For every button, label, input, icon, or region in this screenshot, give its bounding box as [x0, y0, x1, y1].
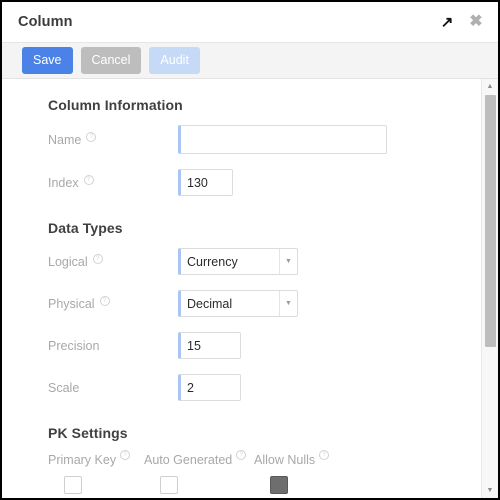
panel-header: Column ↗ ✖ [2, 2, 498, 42]
pk-field-auto-generated: Auto Generated ? [144, 450, 254, 494]
label-primary-key: Primary Key ? [48, 450, 144, 467]
close-glyph: ✖ [469, 13, 483, 30]
help-icon-index[interactable]: ? [83, 174, 94, 185]
logical-type-select[interactable]: Currency ▼ [178, 248, 298, 275]
save-button[interactable]: Save [22, 46, 73, 75]
label-logical-text: Logical [48, 254, 88, 269]
scale-input[interactable] [178, 374, 241, 401]
vertical-scrollbar[interactable]: ▲ ▼ [481, 79, 498, 498]
pk-field-allow-nulls: Allow Nulls ? [254, 450, 364, 494]
cancel-button[interactable]: Cancel [80, 46, 142, 75]
logical-type-value: Currency [187, 254, 238, 269]
help-icon-physical[interactable]: ? [99, 295, 110, 306]
expand-arrow-icon[interactable]: ↗ [439, 14, 455, 30]
scroll-up-button[interactable]: ▲ [482, 79, 498, 94]
help-icon-allow-nulls[interactable]: ? [319, 450, 330, 460]
label-scale-text: Scale [48, 380, 80, 395]
field-row-physical: Physical ? Decimal ▼ [48, 290, 481, 317]
help-icon-name[interactable]: ? [86, 131, 97, 142]
label-auto-generated: Auto Generated ? [144, 450, 254, 467]
label-physical: Physical ? [48, 295, 178, 311]
section-pk-settings: PK Settings Primary Key ? Auto Generated… [2, 425, 481, 494]
label-auto-generated-text: Auto Generated [144, 453, 233, 467]
label-primary-key-text: Primary Key [48, 453, 117, 467]
panel-body: Column Information Name ? Index ? 130 Da… [2, 79, 498, 498]
field-row-scale: Scale [48, 374, 481, 401]
help-icon-primary-key[interactable]: ? [120, 450, 131, 460]
pk-field-primary-key: Primary Key ? [48, 450, 144, 494]
label-precision: Precision [48, 339, 178, 353]
physical-type-value: Decimal [187, 296, 233, 311]
scroll-down-button[interactable]: ▼ [482, 483, 498, 498]
precision-input[interactable] [178, 332, 241, 359]
index-input[interactable] [178, 169, 233, 196]
audit-button[interactable]: Audit [149, 46, 200, 75]
section-title-column-information: Column Information [48, 97, 183, 113]
field-row-index: Index ? [48, 169, 481, 196]
scrollbar-thumb[interactable] [485, 95, 496, 347]
section-data-types: Data Types Logical ? Currency ▼ Physical… [2, 220, 481, 401]
name-input[interactable] [178, 125, 387, 154]
section-title-data-types: Data Types [48, 220, 123, 236]
label-allow-nulls-text: Allow Nulls [254, 453, 316, 467]
header-actions: ↗ ✖ [439, 14, 484, 30]
close-icon[interactable]: ✖ [468, 14, 484, 30]
page-title: Column [18, 14, 73, 30]
form-scroll-region: Column Information Name ? Index ? 130 Da… [2, 79, 481, 498]
label-index: Index ? [48, 174, 178, 190]
field-row-precision: Precision [48, 332, 481, 359]
pk-settings-row: Primary Key ? Auto Generated ? Allow Nul… [48, 450, 481, 494]
label-index-text: Index [48, 175, 79, 190]
auto-generated-checkbox[interactable] [160, 476, 178, 494]
action-toolbar: Save Cancel Audit [2, 42, 498, 79]
field-row-logical: Logical ? Currency ▼ [48, 248, 481, 275]
chevron-down-icon: ▼ [279, 291, 297, 316]
help-icon-auto-generated[interactable]: ? [236, 450, 247, 460]
allow-nulls-checkbox[interactable] [270, 476, 288, 494]
field-row-name: Name ? [48, 125, 481, 154]
expand-arrow-glyph: ↗ [440, 13, 454, 31]
label-scale: Scale [48, 381, 178, 395]
label-name: Name ? [48, 131, 178, 147]
physical-type-select[interactable]: Decimal ▼ [178, 290, 298, 317]
chevron-down-icon: ▼ [279, 249, 297, 274]
label-name-text: Name [48, 132, 82, 147]
section-title-pk-settings: PK Settings [48, 425, 128, 441]
label-precision-text: Precision [48, 338, 100, 353]
section-column-information: Column Information Name ? Index ? [2, 97, 481, 196]
label-physical-text: Physical [48, 296, 95, 311]
label-logical: Logical ? [48, 253, 178, 269]
primary-key-checkbox[interactable] [64, 476, 82, 494]
column-editor-window: Column ↗ ✖ Save Cancel Audit Column Info… [0, 0, 500, 500]
label-allow-nulls: Allow Nulls ? [254, 450, 364, 467]
help-icon-logical[interactable]: ? [92, 253, 103, 264]
